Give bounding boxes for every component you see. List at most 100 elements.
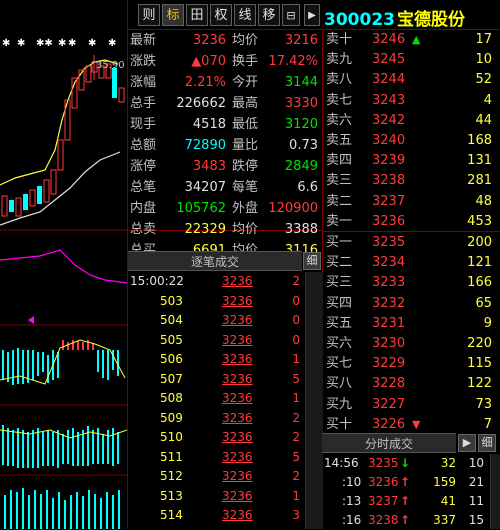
tick-scrollbar[interactable] [305,272,323,529]
level-label: 卖九 [326,52,353,68]
level-price: 3240 [372,133,406,148]
bid-row[interactable]: 买六 3230 220 [326,333,498,354]
level-label: 卖六 [326,112,353,128]
ask-row[interactable]: 卖八 3244 52 [326,69,498,90]
bid-row[interactable]: 买九 3227 73 [326,394,498,415]
level-price: 3238 [372,173,406,189]
minute-row[interactable]: :13 3237 ↑ 41 11 [324,492,490,511]
tab-line[interactable]: 线 [234,4,256,26]
quote-value: 3236 [192,33,226,48]
tick-detail-button[interactable]: 细 [303,252,321,270]
level-volume: 131 [467,153,492,169]
tick-time: 508 [160,391,183,405]
volume-bars [4,488,120,529]
tick-volume: 0 [292,313,300,327]
tab-grid[interactable]: 田 [186,4,208,26]
level-label: 买八 [326,376,353,392]
tick-row[interactable]: 503 3236 0 [130,292,305,311]
quote-value: 17.42% [268,54,318,69]
level-volume: 168 [467,133,492,148]
level-label: 买一 [326,235,353,250]
tab-move[interactable]: 移 [258,4,280,26]
minute-scrollbar[interactable] [490,454,500,529]
bid-row[interactable]: 买四 3232 65 [326,293,498,314]
tick-row[interactable]: 505 3236 0 [130,331,305,350]
bid-row[interactable]: 买七 3229 115 [326,353,498,374]
quote-value: 3330 [284,96,318,111]
level-label: 买五 [326,315,353,331]
quote-row: 最新 3236 均价 3216 [130,30,320,51]
level-label: 卖三 [326,173,353,189]
quote-value: 0.73 [289,138,318,153]
stock-name: 宝德股份 [396,10,465,30]
bid-row[interactable]: 买三 3233 166 [326,272,498,293]
tick-row[interactable]: 512 3236 2 [130,467,305,486]
minute-expand-button[interactable]: ▶ [458,434,476,452]
svg-text:✱: ✱ [17,38,25,49]
tick-price: 3236 [222,449,253,464]
quote-value: 226662 [176,96,226,111]
tick-row[interactable]: 507 3236 5 [130,370,305,389]
tick-row[interactable]: 514 3236 3 [130,506,305,525]
ask-row[interactable]: 卖五 3240 168 [326,130,498,151]
level-volume: 52 [475,72,492,88]
quote-row: 现手 4518 最低 3120 [130,114,320,135]
tick-volume: 3 [292,508,300,522]
minute-row[interactable]: :10 3236 ↑ 159 21 [324,473,490,492]
ask-row[interactable]: 卖四 3239 131 [326,150,498,171]
stock-code: 300023 [324,10,395,30]
bid-row[interactable]: 买十 3226 ▼ 7 [326,414,498,435]
tab-mark[interactable]: 标 [162,4,184,26]
level-volume: 7 [483,416,492,432]
tick-volume: 2 [292,410,300,425]
tab-rights[interactable]: 权 [210,4,232,26]
minute-row[interactable]: :16 3238 ↑ 337 15 [324,511,490,530]
tick-time: 15:00:22 [130,274,184,288]
kline-chart[interactable]: ✱ ✱ ✱✱ ✱ ✱ ✱ ✱ 35.90 [0,0,127,529]
bid-row[interactable]: 买二 3234 121 [326,252,498,273]
play-icon[interactable]: ▶ [304,4,320,26]
tick-row[interactable]: 513 3236 1 [130,487,305,506]
tick-row[interactable]: 509 3236 2 [130,409,305,428]
tick-price: 3236 [222,410,253,425]
level-volume: 220 [467,336,492,351]
minute-detail-button[interactable]: 细 [478,434,496,452]
quote-value: 22329 [184,222,226,237]
tick-row[interactable]: 508 3236 1 [130,389,305,408]
bid-row[interactable]: 买一 3235 200 [326,232,498,253]
ask-row[interactable]: 卖二 3237 48 [326,191,498,212]
ask-row[interactable]: 卖六 3242 44 [326,110,498,131]
minute-row[interactable]: 14:56 3235 ↓ 32 10 [324,454,490,473]
tick-row[interactable]: 15:00:22 3236 2 [130,272,305,291]
up-arrow-icon: ▲ [412,33,421,46]
marker-row: ✱ ✱ ✱✱ ✱ ✱ ✱ ✱ [2,38,116,49]
level-price: 3235 [372,235,406,250]
tick-row[interactable]: 511 3236 5 [130,448,305,467]
level-volume: 121 [467,255,492,271]
tick-price: 3236 [222,313,253,327]
quote-label: 最新 [130,33,157,48]
tick-volume: 2 [292,430,300,444]
level-price: 3233 [372,275,406,291]
level-label: 卖七 [326,92,353,108]
collapse-icon[interactable]: ⊟ [282,4,300,26]
tab-rules[interactable]: 则 [138,4,160,26]
bid-row[interactable]: 买八 3228 122 [326,373,498,394]
quote-label: 涨跌 [130,54,157,69]
tick-row[interactable]: 510 3236 2 [130,428,305,447]
ask-row[interactable]: 卖十 3246 ▲ 17 [326,29,498,50]
quote-row: 总笔 34207 每笔 6.6 [130,177,320,198]
tick-row[interactable]: 504 3236 0 [130,311,305,330]
minute-count: 15 [468,513,484,527]
tick-volume: 0 [292,293,300,308]
ask-row[interactable]: 卖九 3245 10 [326,49,498,70]
quote-value: 6.6 [297,180,318,195]
ask-row[interactable]: 卖一 3236 453 [326,211,498,232]
quote-label: 跌停 [232,159,259,174]
ask-row[interactable]: 卖三 3238 281 [326,170,498,191]
svg-text:✱✱: ✱✱ [36,38,53,49]
tick-volume: 0 [292,332,300,347]
bid-row[interactable]: 买五 3231 9 [326,313,498,334]
tick-row[interactable]: 506 3236 1 [130,350,305,369]
ask-row[interactable]: 卖七 3243 4 [326,90,498,111]
